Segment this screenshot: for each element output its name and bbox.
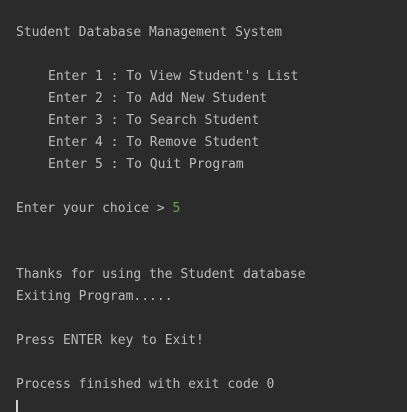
user-input-value: 5	[172, 201, 181, 216]
program-title: Student Database Management System	[16, 25, 283, 40]
menu-item-4: Enter 4 : To Remove Student	[48, 135, 260, 150]
text-caret	[16, 400, 18, 412]
menu-item-2: Enter 2 : To Add New Student	[48, 91, 268, 106]
choice-prompt-line: Enter your choice > 5	[16, 198, 407, 220]
process-finished-message: Process finished with exit code 0	[16, 377, 275, 392]
menu-item-1: Enter 1 : To View Student's List	[48, 69, 299, 84]
run-console-output[interactable]: Student Database Management System Enter…	[0, 0, 407, 412]
exiting-message: Exiting Program.....	[16, 289, 173, 304]
press-enter-message: Press ENTER key to Exit!	[16, 333, 204, 348]
thanks-message: Thanks for using the Student database	[16, 267, 306, 282]
menu-item-3: Enter 3 : To Search Student	[48, 113, 260, 128]
input-line[interactable]	[16, 396, 407, 412]
choice-prompt: Enter your choice >	[16, 201, 173, 216]
menu-item-5: Enter 5 : To Quit Program	[48, 157, 244, 172]
